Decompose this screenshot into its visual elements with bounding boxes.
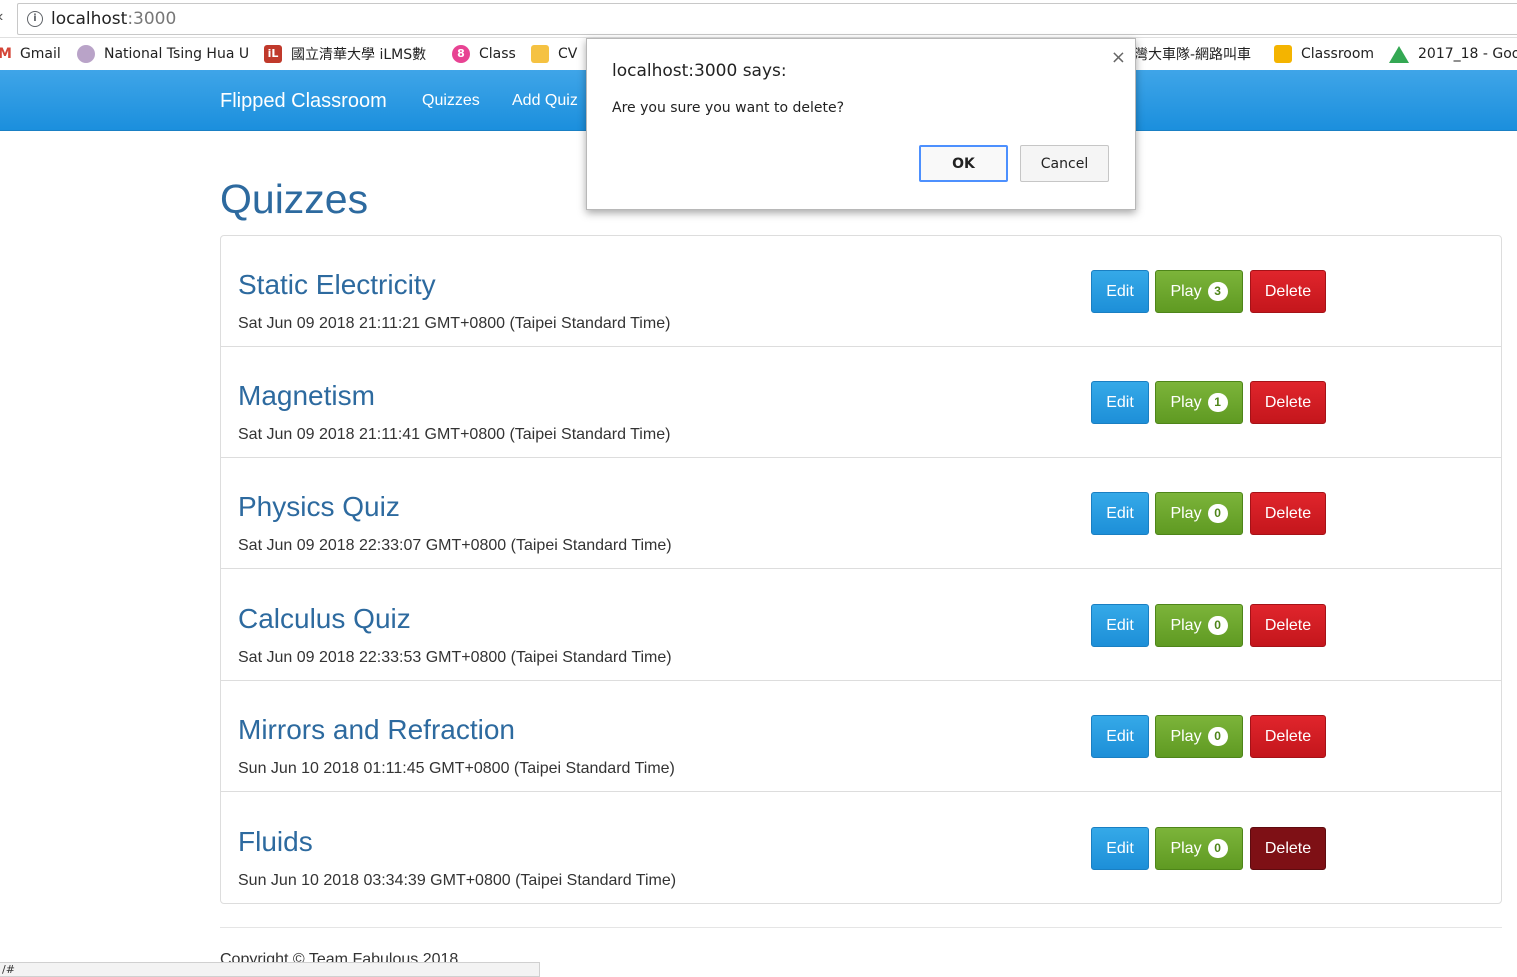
ilms-icon: iL xyxy=(264,45,282,63)
bookmark-ilms[interactable]: iL 國立清華大學 iLMS數 xyxy=(264,44,426,64)
nav-add-quiz[interactable]: Add Quiz xyxy=(512,92,578,110)
class-icon: 8 xyxy=(452,45,470,63)
quiz-title-link[interactable]: Fluids xyxy=(238,826,313,858)
quiz-title-link[interactable]: Calculus Quiz xyxy=(238,603,411,635)
bookmark-label: Gmail xyxy=(19,46,61,62)
footer-divider xyxy=(220,927,1502,928)
play-button[interactable]: Play 3 xyxy=(1155,270,1243,313)
bookmark-label: Class xyxy=(479,46,516,62)
play-count-badge: 3 xyxy=(1207,282,1228,301)
play-count-badge: 0 xyxy=(1207,727,1228,746)
delete-button[interactable]: Delete xyxy=(1250,492,1326,535)
bookmark-nthu[interactable]: National Tsing Hua U xyxy=(77,44,249,64)
confirm-dialog: × localhost:3000 says: Are you sure you … xyxy=(586,38,1136,210)
bookmark-taxi[interactable]: 灣大車隊-網路叫車 xyxy=(1134,44,1251,64)
bookmark-label: Classroom xyxy=(1301,46,1375,62)
bookmark-class[interactable]: 8 Class xyxy=(452,44,516,64)
quiz-row: Mirrors and Refraction Sun Jun 10 2018 0… xyxy=(221,681,1501,792)
quiz-title-link[interactable]: Static Electricity xyxy=(238,269,436,301)
delete-button[interactable]: Delete xyxy=(1250,604,1326,647)
url-text: localhost:3000 xyxy=(51,9,176,29)
bookmark-label: National Tsing Hua U xyxy=(104,46,250,62)
edit-button[interactable]: Edit xyxy=(1091,270,1149,313)
dialog-message: Are you sure you want to delete? xyxy=(612,100,844,116)
play-button[interactable]: Play 1 xyxy=(1155,381,1243,424)
bookmark-classroom[interactable]: Classroom xyxy=(1274,44,1374,64)
delete-button-active[interactable]: Delete xyxy=(1250,827,1326,870)
play-label: Play xyxy=(1170,504,1202,522)
bookmark-gmail[interactable]: M Gmail xyxy=(0,44,61,64)
info-icon[interactable]: i xyxy=(27,11,43,27)
quiz-list: Static Electricity Sat Jun 09 2018 21:11… xyxy=(220,235,1502,904)
play-button[interactable]: Play 0 xyxy=(1155,492,1243,535)
classroom-icon xyxy=(1274,45,1292,63)
quiz-date: Sat Jun 09 2018 21:11:41 GMT+0800 (Taipe… xyxy=(238,426,671,443)
url-host: localhost xyxy=(51,9,128,29)
play-label: Play xyxy=(1170,727,1202,745)
bookmark-label: 國立清華大學 iLMS數 xyxy=(291,47,427,63)
quiz-row: Fluids Sun Jun 10 2018 03:34:39 GMT+0800… xyxy=(221,793,1501,904)
quiz-date: Sat Jun 09 2018 22:33:53 GMT+0800 (Taipe… xyxy=(238,649,672,666)
quiz-date: Sun Jun 10 2018 01:11:45 GMT+0800 (Taipe… xyxy=(238,760,675,777)
quiz-date: Sun Jun 10 2018 03:34:39 GMT+0800 (Taipe… xyxy=(238,872,677,889)
play-button[interactable]: Play 0 xyxy=(1155,715,1243,758)
play-label: Play xyxy=(1170,282,1202,300)
delete-button[interactable]: Delete xyxy=(1250,270,1326,313)
play-label: Play xyxy=(1170,393,1202,411)
quiz-date: Sat Jun 09 2018 21:11:21 GMT+0800 (Taipe… xyxy=(238,315,671,332)
url-input[interactable]: i localhost:3000 xyxy=(17,3,1517,35)
edit-button[interactable]: Edit xyxy=(1091,827,1149,870)
delete-button[interactable]: Delete xyxy=(1250,381,1326,424)
edit-button[interactable]: Edit xyxy=(1091,492,1149,535)
nthu-icon xyxy=(77,45,95,63)
play-count-badge: 0 xyxy=(1207,839,1228,858)
bookmark-label: 灣大車隊-網路叫車 xyxy=(1134,47,1252,63)
bookmark-label: CV xyxy=(558,46,578,62)
play-count-badge: 1 xyxy=(1207,393,1228,412)
drive-icon xyxy=(1389,45,1409,63)
quiz-title-link[interactable]: Mirrors and Refraction xyxy=(238,714,515,746)
edit-button[interactable]: Edit xyxy=(1091,604,1149,647)
play-button[interactable]: Play 0 xyxy=(1155,604,1243,647)
play-button[interactable]: Play 0 xyxy=(1155,827,1243,870)
quiz-title-link[interactable]: Physics Quiz xyxy=(238,491,400,523)
edit-button[interactable]: Edit xyxy=(1091,715,1149,758)
play-label: Play xyxy=(1170,839,1202,857)
quiz-title-link[interactable]: Magnetism xyxy=(238,380,375,412)
status-bar-url: /# xyxy=(0,962,540,977)
page-title: Quizzes xyxy=(220,176,369,222)
quiz-row: Static Electricity Sat Jun 09 2018 21:11… xyxy=(221,236,1501,347)
gmail-icon: M xyxy=(0,46,12,62)
folder-icon xyxy=(531,45,549,63)
dialog-title: localhost:3000 says: xyxy=(612,61,787,81)
quiz-row: Physics Quiz Sat Jun 09 2018 22:33:07 GM… xyxy=(221,458,1501,569)
url-port: :3000 xyxy=(127,9,177,29)
play-label: Play xyxy=(1170,616,1202,634)
bookmark-cv[interactable]: CV xyxy=(531,44,577,64)
quiz-row: Magnetism Sat Jun 09 2018 21:11:41 GMT+0… xyxy=(221,347,1501,458)
nav-quizzes[interactable]: Quizzes xyxy=(422,92,480,110)
brand-link[interactable]: Flipped Classroom xyxy=(220,90,387,113)
back-icon[interactable]: ‹ xyxy=(0,8,4,30)
play-count-badge: 0 xyxy=(1207,504,1228,523)
browser-address-bar: ‹ i localhost:3000 xyxy=(0,0,1517,38)
play-count-badge: 0 xyxy=(1207,616,1228,635)
bookmark-label: 2017_18 - Goo xyxy=(1418,46,1517,62)
bookmark-drive[interactable]: 2017_18 - Goo xyxy=(1389,44,1517,64)
ok-button[interactable]: OK xyxy=(919,145,1008,182)
delete-button[interactable]: Delete xyxy=(1250,715,1326,758)
cancel-button[interactable]: Cancel xyxy=(1020,145,1109,182)
quiz-row: Calculus Quiz Sat Jun 09 2018 22:33:53 G… xyxy=(221,570,1501,681)
edit-button[interactable]: Edit xyxy=(1091,381,1149,424)
close-icon[interactable]: × xyxy=(1111,47,1126,68)
quiz-date: Sat Jun 09 2018 22:33:07 GMT+0800 (Taipe… xyxy=(238,537,672,554)
